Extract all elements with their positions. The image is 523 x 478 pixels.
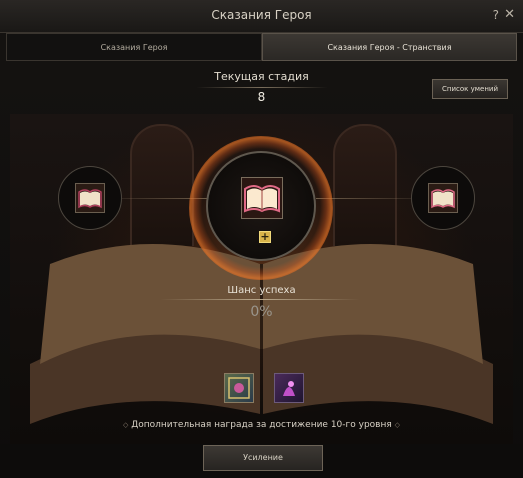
diamond-right-icon: ◇: [394, 421, 401, 429]
tab-hero-tales-wanderings[interactable]: Сказания Героя - Странствия: [262, 33, 517, 61]
success-chance-value: 0%: [250, 304, 273, 320]
enhance-button[interactable]: Усиление: [203, 445, 323, 471]
skills-list-button[interactable]: Список умений: [432, 79, 508, 99]
success-chance-divider: [160, 299, 360, 300]
title-bar: Сказания Героя ? ✕: [0, 0, 523, 33]
hero-tales-window: Сказания Героя ? ✕ Сказания Героя Сказан…: [0, 0, 523, 478]
window-title: Сказания Героя: [211, 8, 312, 22]
next-stage-slot[interactable]: [428, 183, 458, 213]
reward-item-2[interactable]: [274, 373, 304, 403]
tab-bar: Сказания Героя Сказания Героя - Странств…: [6, 33, 517, 61]
close-button[interactable]: ✕: [504, 7, 515, 22]
gem-item-icon: [228, 377, 250, 399]
add-material-button[interactable]: +: [259, 231, 271, 243]
open-book-icon: [76, 184, 104, 212]
reward-item-1[interactable]: [224, 373, 254, 403]
stage-divider: [196, 87, 328, 88]
success-chance-label: Шанс успеха: [227, 285, 296, 296]
book-scene: + Шанс успеха 0% ◇ Дополнительная наград…: [10, 114, 513, 444]
open-book-icon: [429, 184, 457, 212]
open-book-icon: [242, 178, 282, 218]
diamond-left-icon: ◇: [122, 421, 129, 429]
help-button[interactable]: ?: [493, 8, 499, 22]
previous-stage-slot[interactable]: [75, 183, 105, 213]
current-stage-slot[interactable]: [241, 177, 283, 219]
bonus-reward-caption: ◇ Дополнительная награда за достижение 1…: [10, 420, 513, 430]
tab-hero-tales[interactable]: Сказания Героя: [6, 33, 262, 61]
potion-item-icon: [283, 381, 295, 396]
bonus-reward-text: Дополнительная награда за достижение 10-…: [131, 420, 392, 430]
